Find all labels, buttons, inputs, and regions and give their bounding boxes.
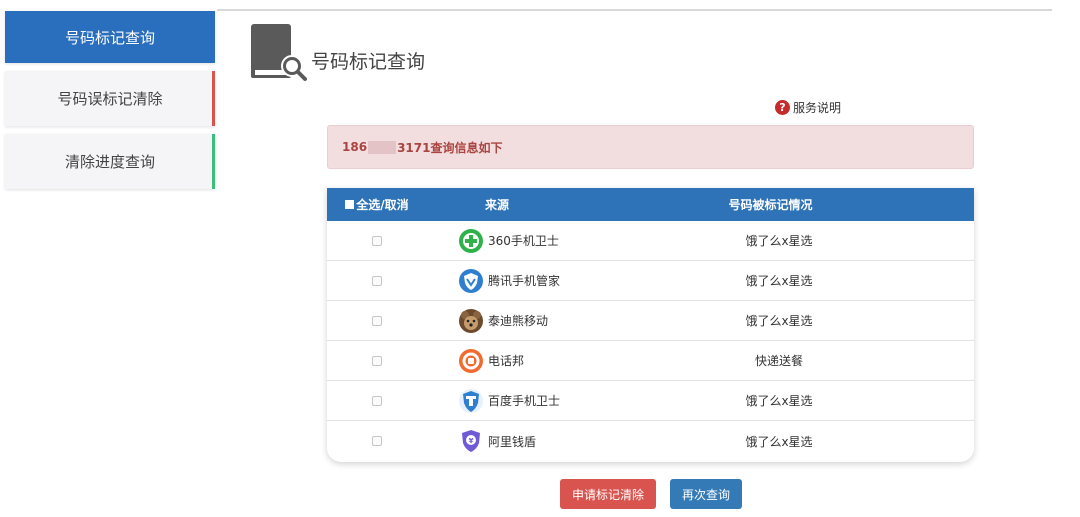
sidebar-item-label: 清除进度查询 bbox=[64, 153, 155, 171]
top-divider bbox=[217, 9, 1052, 11]
row-checkbox[interactable] bbox=[372, 355, 382, 366]
sidebar: 号码标记查询 号码误标记清除 清除进度查询 bbox=[5, 11, 215, 197]
source-cell: 腾讯手机管家 bbox=[458, 268, 560, 294]
ali-shield-icon: ¥ bbox=[458, 428, 484, 454]
row-select-cell bbox=[327, 235, 427, 246]
table-row: ¥ 阿里钱盾 饿了么x星选 bbox=[327, 421, 974, 461]
apply-clear-button[interactable]: 申请标记清除 bbox=[560, 479, 656, 509]
row-checkbox[interactable] bbox=[372, 315, 382, 326]
sidebar-item-number-mark-query[interactable]: 号码标记查询 bbox=[5, 11, 215, 63]
row-checkbox[interactable] bbox=[372, 436, 382, 446]
service-info-label: 服务说明 bbox=[793, 101, 842, 115]
phone-mask bbox=[368, 140, 397, 154]
source-cell: 360手机卫士 bbox=[458, 228, 559, 254]
sidebar-item-label: 号码标记查询 bbox=[64, 28, 155, 47]
table-row: 泰迪熊移动 饿了么x星选 bbox=[327, 301, 974, 341]
table-header: 全选/取消 来源 号码被标记情况 bbox=[327, 188, 974, 221]
row-select-cell bbox=[327, 275, 427, 286]
baidu-shield-icon bbox=[458, 388, 484, 414]
select-all-label: 全选/取消 bbox=[356, 198, 409, 212]
sidebar-item-mark-clear[interactable]: 号码误标记清除 bbox=[5, 71, 215, 126]
row-select-cell bbox=[327, 355, 427, 366]
service-info-link[interactable]: ? 服务说明 bbox=[775, 99, 841, 116]
row-select-cell bbox=[327, 395, 427, 406]
table-row: 360手机卫士 饿了么x星选 bbox=[327, 221, 974, 261]
book-search-icon bbox=[249, 24, 307, 82]
phone-prefix: 186 bbox=[342, 140, 368, 154]
select-all-checkbox[interactable] bbox=[345, 200, 355, 209]
row-select-cell bbox=[327, 436, 427, 446]
source-name: 腾讯手机管家 bbox=[488, 274, 561, 288]
query-result-alert: 186 3171查询信息如下 bbox=[327, 125, 974, 169]
table-row: 电话邦 快递送餐 bbox=[327, 341, 974, 381]
svg-text:¥: ¥ bbox=[469, 437, 474, 445]
tencent-shield-icon bbox=[458, 268, 484, 294]
question-icon: ? bbox=[775, 100, 790, 115]
table-row: 百度手机卫士 饿了么x星选 bbox=[327, 381, 974, 421]
table-row: 腾讯手机管家 饿了么x星选 bbox=[327, 261, 974, 301]
mark-status: 饿了么x星选 bbox=[745, 394, 813, 408]
source-cell: ¥ 阿里钱盾 bbox=[458, 428, 536, 454]
source-name: 360手机卫士 bbox=[488, 234, 559, 248]
row-select-cell bbox=[327, 315, 427, 326]
mark-status: 饿了么x星选 bbox=[745, 434, 813, 449]
sidebar-item-clear-progress[interactable]: 清除进度查询 bbox=[5, 134, 215, 189]
status-header: 号码被标记情况 bbox=[728, 198, 813, 212]
row-checkbox[interactable] bbox=[372, 275, 382, 286]
mark-status: 饿了么x星选 bbox=[745, 314, 813, 328]
sidebar-item-label: 号码误标记清除 bbox=[57, 90, 163, 108]
source-header: 来源 bbox=[484, 198, 509, 212]
source-cell: 电话邦 bbox=[458, 348, 524, 374]
mark-status: 快递送餐 bbox=[754, 354, 803, 368]
select-all-toggle[interactable]: 全选/取消 bbox=[327, 196, 427, 213]
mark-status: 饿了么x星选 bbox=[745, 234, 813, 248]
phone-bang-icon bbox=[458, 348, 484, 374]
row-checkbox[interactable] bbox=[372, 235, 382, 246]
page-header: 号码标记查询 bbox=[249, 24, 425, 82]
shield-plus-icon bbox=[458, 228, 484, 254]
source-name: 电话邦 bbox=[488, 354, 525, 368]
source-cell: 百度手机卫士 bbox=[458, 388, 560, 414]
source-cell: 泰迪熊移动 bbox=[458, 308, 548, 334]
source-name: 阿里钱盾 bbox=[488, 434, 537, 449]
row-checkbox[interactable] bbox=[372, 395, 382, 406]
mark-status: 饿了么x星选 bbox=[745, 274, 813, 288]
requery-button[interactable]: 再次查询 bbox=[670, 479, 742, 509]
alert-message: 3171查询信息如下 bbox=[397, 140, 503, 155]
teddy-bear-icon bbox=[458, 308, 484, 334]
source-name: 泰迪熊移动 bbox=[488, 314, 549, 328]
source-name: 百度手机卫士 bbox=[488, 394, 561, 408]
page-title: 号码标记查询 bbox=[311, 51, 426, 73]
mark-result-table: 全选/取消 来源 号码被标记情况 360手机卫士 饿了么x星选 腾讯手机管家 饿了么x… bbox=[327, 188, 974, 462]
